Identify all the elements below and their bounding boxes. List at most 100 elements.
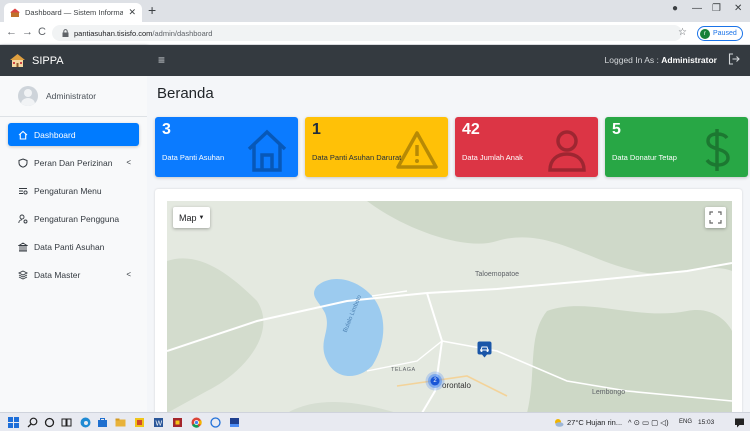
- info-box-donatur-tetap[interactable]: 5 Data Donatur Tetap: [605, 117, 748, 177]
- top-navbar: ≡ Logged In As : Administrator: [147, 45, 750, 76]
- info-box-panti-asuhan[interactable]: 3 Data Panti Asuhan: [155, 117, 298, 177]
- house-favicon-icon: [10, 8, 20, 17]
- windows-start-icon[interactable]: [8, 417, 19, 428]
- svg-text:W: W: [156, 421, 163, 428]
- cortana-icon[interactable]: [44, 417, 55, 428]
- sidebar-item-data-master[interactable]: Data Master <: [8, 263, 139, 286]
- browser-tab[interactable]: Dashboard — Sistem Informasi P ✕: [4, 3, 142, 22]
- close-window-icon[interactable]: ✕: [734, 3, 742, 14]
- avatar: [18, 86, 38, 106]
- page-title: Beranda: [157, 85, 214, 102]
- google-map[interactable]: Map ▼ Taloemopatoe Bulalo Limboto TELAGA…: [167, 201, 732, 413]
- tab-title: Dashboard — Sistem Informasi P: [25, 8, 124, 17]
- search-icon[interactable]: [27, 417, 38, 428]
- shield-icon: [18, 157, 28, 168]
- new-tab-button[interactable]: +: [148, 2, 156, 18]
- info-box-panti-darurat[interactable]: 1 Data Panti Asuhan Darurat: [305, 117, 448, 177]
- info-value: 1: [312, 121, 321, 138]
- tray-icons[interactable]: ^ ⊙ ▭ ▢ ◁): [628, 418, 669, 427]
- layers-icon: [18, 269, 28, 280]
- map-type-button[interactable]: Map ▼: [173, 207, 211, 228]
- marker-cluster[interactable]: 2: [425, 371, 445, 391]
- profile-status: Paused: [713, 30, 737, 37]
- map-label-lembongo: Lembongo: [592, 389, 626, 396]
- task-view-icon[interactable]: [61, 417, 72, 428]
- home-icon: [247, 129, 287, 172]
- browser-app-icon[interactable]: [210, 417, 221, 428]
- sidebar-item-label: Data Master: [34, 269, 81, 280]
- sidebar-item-data-panti-asuhan[interactable]: Data Panti Asuhan: [8, 235, 139, 258]
- chevron-left-icon: <: [126, 270, 131, 279]
- map-label-taloemopatoe: Taloemopatoe: [475, 271, 519, 278]
- weather-icon[interactable]: [553, 417, 564, 428]
- sidebar-item-pengaturan-menu[interactable]: Pengaturan Menu: [8, 179, 139, 202]
- profile-avatar: r: [700, 28, 710, 39]
- clock[interactable]: 15:03: [698, 419, 714, 426]
- bookmark-star-icon[interactable]: ☆: [678, 27, 687, 38]
- map-label-gorontalo: orontalo: [442, 381, 471, 390]
- media-app-icon[interactable]: [172, 417, 183, 428]
- weather-text[interactable]: 27°C Hujan rin...: [567, 418, 622, 427]
- profile-dot-icon[interactable]: ●: [672, 3, 678, 14]
- sidebar-item-label: Dashboard: [34, 129, 76, 140]
- word-app-icon[interactable]: W: [153, 417, 164, 428]
- info-value: 42: [462, 121, 480, 138]
- forward-icon[interactable]: →: [22, 26, 33, 38]
- minimize-icon[interactable]: —: [692, 3, 702, 14]
- notifications-icon[interactable]: [734, 417, 745, 428]
- lock-icon: [62, 29, 69, 37]
- sidebar-item-label: Peran Dan Perizinan: [34, 157, 113, 168]
- user-name: Administrator: [46, 91, 97, 101]
- sidebar-item-peran-dan-perizinan[interactable]: Peran Dan Perizinan <: [8, 151, 139, 174]
- info-box-jumlah-anak[interactable]: 42 Data Jumlah Anak: [455, 117, 598, 177]
- language-indicator[interactable]: ENG: [679, 419, 692, 425]
- user-panel[interactable]: Administrator: [0, 76, 147, 117]
- building-icon: [18, 241, 28, 251]
- store-app-icon[interactable]: [97, 417, 108, 428]
- map-type-label: Map: [179, 212, 197, 223]
- house-logo-icon: [10, 54, 25, 67]
- info-label: Data Panti Asuhan Darurat: [312, 153, 402, 162]
- logout-icon[interactable]: [728, 53, 740, 65]
- sticky-app-icon[interactable]: [134, 417, 145, 428]
- chevron-left-icon: <: [126, 158, 131, 167]
- sidebar-item-dashboard[interactable]: Dashboard: [8, 123, 139, 146]
- chrome-app-icon[interactable]: [191, 417, 202, 428]
- file-explorer-icon[interactable]: [115, 417, 126, 428]
- info-label: Data Panti Asuhan: [162, 153, 225, 162]
- edge-app-icon[interactable]: [80, 417, 91, 428]
- reload-icon[interactable]: C: [38, 26, 46, 38]
- menu-settings-icon: [19, 187, 28, 195]
- car-marker-icon[interactable]: [477, 341, 492, 358]
- browser-address-bar: ← → C pantiasuhan.tisisfo.com/admin/dash…: [0, 22, 750, 45]
- main-content: Beranda 3 Data Panti Asuhan 1 Data Panti…: [147, 76, 750, 416]
- home-icon: [18, 130, 28, 140]
- hamburger-menu-icon[interactable]: ≡: [158, 53, 165, 67]
- info-label: Data Jumlah Anak: [462, 153, 523, 162]
- back-icon[interactable]: ←: [6, 26, 17, 38]
- windows-taskbar: W 27°C Hujan rin... ^ ⊙ ▭ ▢ ◁) ENG 15:03: [0, 412, 750, 431]
- map-label-telaga: TELAGA: [391, 367, 416, 373]
- sidebar-item-label: Pengaturan Menu: [34, 185, 102, 196]
- cluster-count: 2: [433, 378, 437, 384]
- sidebar-item-pengaturan-pengguna[interactable]: Pengaturan Pengguna: [8, 207, 139, 230]
- sidebar-item-label: Data Panti Asuhan: [34, 241, 105, 252]
- logged-in-status: Logged In As : Administrator: [604, 55, 717, 65]
- tab-close-icon[interactable]: ✕: [128, 7, 136, 18]
- map-card: Map ▼ Taloemopatoe Bulalo Limboto TELAGA…: [155, 189, 742, 416]
- url-text: pantiasuhan.tisisfo.com/admin/dashboard: [74, 28, 213, 38]
- profile-paused-button[interactable]: r Paused: [697, 26, 743, 41]
- url-field[interactable]: pantiasuhan.tisisfo.com/admin/dashboard: [52, 25, 682, 41]
- info-value: 5: [612, 121, 621, 138]
- info-value: 3: [162, 121, 171, 138]
- sidebar-item-label: Pengaturan Pengguna: [34, 213, 120, 224]
- browser-tabstrip: Dashboard — Sistem Informasi P ✕ + ● — ❐…: [0, 0, 750, 22]
- dollar-icon: [705, 129, 730, 171]
- restore-icon[interactable]: ❐: [712, 3, 721, 14]
- brand-link[interactable]: SIPPA: [0, 45, 147, 76]
- app-icon[interactable]: [229, 417, 240, 428]
- user-icon: [548, 130, 586, 172]
- fullscreen-icon[interactable]: [705, 207, 726, 228]
- caret-down-icon: ▼: [198, 214, 205, 221]
- warning-icon: [396, 131, 438, 169]
